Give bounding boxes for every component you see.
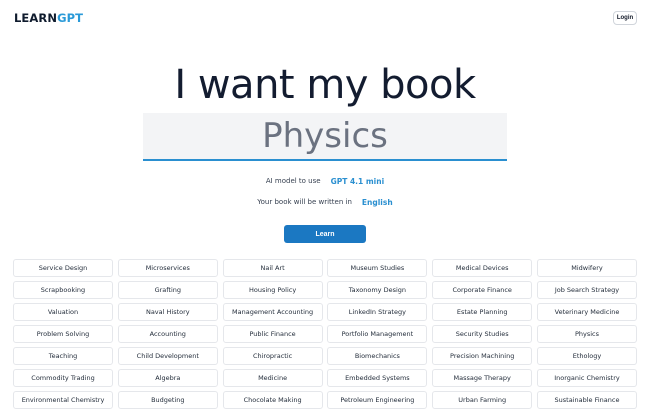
topic-chip[interactable]: Housing Policy [222, 281, 323, 299]
model-selector-row: AI model to use GPT 4.1 mini [0, 176, 650, 186]
topic-chip[interactable]: Accounting [117, 325, 218, 343]
language-selector[interactable]: English [362, 198, 393, 207]
learn-button[interactable]: Learn [284, 225, 366, 243]
topic-chip[interactable]: Taxonomy Design [327, 281, 428, 299]
topic-chip[interactable]: Problem Solving [13, 325, 113, 343]
topic-chip[interactable]: Valuation [13, 303, 113, 321]
logo[interactable]: LEARNGPT [14, 11, 83, 25]
topic-chip[interactable]: Grafting [117, 281, 218, 299]
topic-chip[interactable]: Teaching [13, 347, 113, 365]
topic-chip[interactable]: Embedded Systems [327, 369, 428, 387]
topic-suggestions-grid: Service Design Microservices Nail Art Museu… [13, 259, 637, 409]
topic-chip[interactable]: Corporate Finance [432, 281, 533, 299]
topic-chip[interactable]: Service Design [13, 259, 113, 277]
topic-chip[interactable]: Chiropractic [222, 347, 323, 365]
topic-chip[interactable]: LinkedIn Strategy [327, 303, 428, 321]
topic-chip[interactable]: Urban Farming [432, 391, 533, 409]
topic-chip[interactable]: Budgeting [117, 391, 218, 409]
topic-chip[interactable]: Management Accounting [222, 303, 323, 321]
topic-chip[interactable]: Public Finance [222, 325, 323, 343]
page: LEARNGPT Login I want my book AI model t… [0, 0, 650, 414]
topic-chip[interactable]: Nail Art [222, 259, 323, 277]
logo-gpt-text: GPT [57, 11, 84, 25]
topic-chip[interactable]: Massage Therapy [432, 369, 533, 387]
topic-chip[interactable]: Microservices [117, 259, 218, 277]
language-label: Your book will be written in [257, 198, 352, 206]
topic-chip[interactable]: Medical Devices [432, 259, 533, 277]
topic-chip[interactable]: Child Development [117, 347, 218, 365]
model-selector[interactable]: GPT 4.1 mini [331, 177, 385, 186]
topic-chip[interactable]: Museum Studies [327, 259, 428, 277]
topic-chip[interactable]: Algebra [117, 369, 218, 387]
topic-chip[interactable]: Physics [536, 325, 637, 343]
topic-chip[interactable]: Petroleum Engineering [327, 391, 428, 409]
topic-chip[interactable]: Commodity Trading [13, 369, 113, 387]
topic-chip[interactable]: Chocolate Making [222, 391, 323, 409]
topic-chip[interactable]: Job Search Strategy [536, 281, 637, 299]
topic-chip[interactable]: Biomechanics [327, 347, 428, 365]
topic-chip[interactable]: Security Studies [432, 325, 533, 343]
topic-chip[interactable]: Environmental Chemistry [13, 391, 113, 409]
topic-chip[interactable]: Precision Machining [432, 347, 533, 365]
page-title: I want my book [174, 62, 476, 108]
topic-chip[interactable]: Medicine [222, 369, 323, 387]
model-label: AI model to use [265, 177, 321, 185]
login-button[interactable]: Login [613, 11, 637, 25]
topic-chip[interactable]: Sustainable Finance [536, 391, 637, 409]
topic-chip[interactable]: Scrapbooking [13, 281, 113, 299]
topic-chip[interactable]: Inorganic Chemistry [536, 369, 637, 387]
logo-learn-text: LEARN [14, 11, 58, 25]
topic-chip[interactable]: Naval History [117, 303, 218, 321]
language-selector-row: Your book will be written in English [0, 197, 650, 207]
topic-input[interactable] [143, 113, 507, 161]
topic-chip[interactable]: Portfolio Management [327, 325, 428, 343]
topic-chip[interactable]: Estate Planning [432, 303, 533, 321]
topic-chip[interactable]: Ethology [536, 347, 637, 365]
topic-chip[interactable]: Veterinary Medicine [536, 303, 637, 321]
topic-chip[interactable]: Midwifery [536, 259, 637, 277]
